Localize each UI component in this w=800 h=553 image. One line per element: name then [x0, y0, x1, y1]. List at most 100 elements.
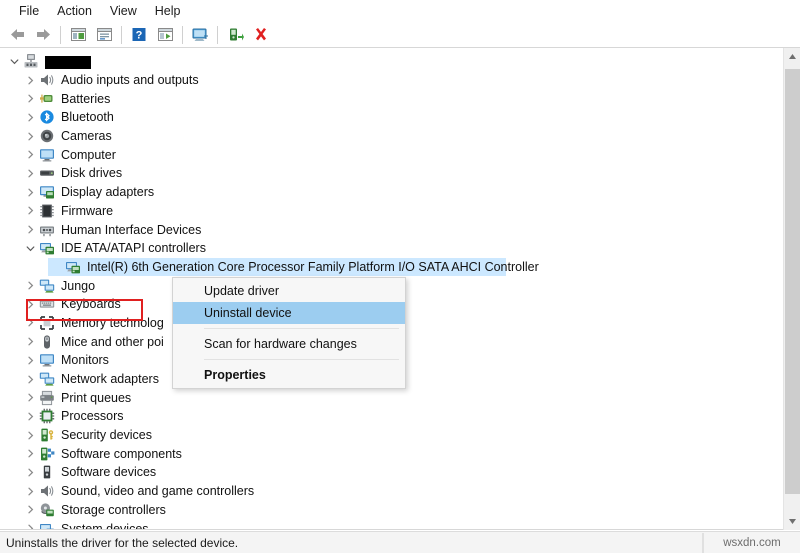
chevron-right-icon[interactable]: [22, 295, 38, 313]
tree-item-firmware[interactable]: Firmware: [0, 202, 775, 221]
processor-icon: [38, 407, 56, 425]
speaker-icon: [38, 71, 56, 89]
help-icon[interactable]: ?: [127, 24, 151, 46]
redaction-bar: [45, 56, 91, 69]
toolbar-separator: [60, 26, 61, 44]
chevron-right-icon[interactable]: [22, 146, 38, 164]
tree-item-label: Batteries: [61, 91, 110, 107]
tree-item-label: Human Interface Devices: [61, 222, 201, 238]
status-bar: Uninstalls the driver for the selected d…: [0, 531, 800, 553]
chevron-right-icon[interactable]: [22, 389, 38, 407]
tree-item-system-devices[interactable]: System devices: [0, 519, 775, 530]
tree-item-intel-r-6th-generation-core-processor-fa[interactable]: Intel(R) 6th Generation Core Processor F…: [0, 258, 775, 277]
context-menu-item-uninstall-device[interactable]: Uninstall device: [173, 302, 405, 324]
scrollbar-thumb[interactable]: [785, 69, 800, 494]
firmware-chip-icon: [38, 202, 56, 220]
chevron-right-icon[interactable]: [22, 314, 38, 332]
chevron-right-icon[interactable]: [22, 445, 38, 463]
chevron-right-icon[interactable]: [22, 482, 38, 500]
tree-item-bluetooth[interactable]: Bluetooth: [0, 108, 775, 127]
tree-item-label: Network adapters: [61, 371, 159, 387]
tree-root-label: [45, 53, 91, 69]
chevron-right-icon[interactable]: [22, 463, 38, 481]
tree-item-label: IDE ATA/ATAPI controllers: [61, 240, 206, 256]
tree-item-disk-drives[interactable]: Disk drives: [0, 164, 775, 183]
scroll-down-arrow-icon[interactable]: [784, 513, 800, 530]
forward-arrow-icon[interactable]: [31, 24, 55, 46]
tree-item-sound-video-and-game-controllers[interactable]: Sound, video and game controllers: [0, 482, 775, 501]
tree-item-label: Memory technolog: [61, 315, 164, 331]
chevron-right-icon[interactable]: [22, 71, 38, 89]
software-component-icon: [38, 445, 56, 463]
network-adapter-icon: [38, 370, 56, 388]
tree-item-software-devices[interactable]: Software devices: [0, 463, 775, 482]
tree-item-print-queues[interactable]: Print queues: [0, 388, 775, 407]
tree-item-label: Print queues: [61, 390, 131, 406]
tree-item-computer[interactable]: Computer: [0, 145, 775, 164]
menu-action[interactable]: Action: [48, 2, 101, 21]
tree-item-label: Monitors: [61, 352, 109, 368]
chevron-right-icon[interactable]: [22, 127, 38, 145]
chevron-right-icon[interactable]: [22, 333, 38, 351]
scan-hardware-changes-icon[interactable]: [188, 24, 212, 46]
scroll-up-arrow-icon[interactable]: [784, 48, 800, 65]
mouse-icon: [38, 333, 56, 351]
context-menu-item-properties[interactable]: Properties: [173, 364, 405, 386]
tree-item-label: Bluetooth: [61, 109, 114, 125]
tree-item-human-interface-devices[interactable]: Human Interface Devices: [0, 220, 775, 239]
tree-item-security-devices[interactable]: Security devices: [0, 426, 775, 445]
tree-item-storage-controllers[interactable]: Storage controllers: [0, 501, 775, 520]
chevron-right-icon[interactable]: [22, 90, 38, 108]
ide-controller-icon: [38, 239, 56, 257]
tree-item-software-components[interactable]: Software components: [0, 444, 775, 463]
menu-file[interactable]: File: [10, 2, 48, 21]
properties-icon[interactable]: [92, 24, 116, 46]
tree-item-label: Firmware: [61, 203, 113, 219]
chevron-right-icon[interactable]: [22, 202, 38, 220]
menu-help[interactable]: Help: [146, 2, 190, 21]
status-message: Uninstalls the driver for the selected d…: [0, 535, 702, 551]
computer-root-icon: [22, 52, 40, 70]
tree-item-label: Sound, video and game controllers: [61, 483, 254, 499]
chevron-right-icon[interactable]: [22, 370, 38, 388]
back-arrow-icon[interactable]: [5, 24, 29, 46]
context-menu-item-update-driver[interactable]: Update driver: [173, 280, 405, 302]
vertical-scrollbar[interactable]: [783, 48, 800, 530]
tree-item-audio-inputs-and-outputs[interactable]: Audio inputs and outputs: [0, 71, 775, 90]
tree-item-processors[interactable]: Processors: [0, 407, 775, 426]
tree-item-label: Security devices: [61, 427, 152, 443]
keyboard-icon: [38, 295, 56, 313]
tree-root-node[interactable]: [0, 52, 775, 71]
uninstall-device-icon[interactable]: [249, 24, 273, 46]
chevron-right-icon[interactable]: [22, 501, 38, 519]
chevron-right-icon[interactable]: [22, 407, 38, 425]
battery-icon: [38, 90, 56, 108]
tree-item-batteries[interactable]: Batteries: [0, 89, 775, 108]
show-hide-console-tree-icon[interactable]: [66, 24, 90, 46]
chevron-right-icon[interactable]: [22, 277, 38, 295]
disk-drive-icon: [38, 164, 56, 182]
tree-item-cameras[interactable]: Cameras: [0, 127, 775, 146]
chevron-right-icon[interactable]: [22, 221, 38, 239]
chevron-right-icon[interactable]: [22, 426, 38, 444]
chevron-right-icon[interactable]: [22, 520, 38, 530]
context-menu-separator: [204, 328, 399, 329]
chevron-right-icon[interactable]: [22, 164, 38, 182]
update-driver-icon[interactable]: [153, 24, 177, 46]
chevron-right-icon[interactable]: [22, 183, 38, 201]
device-context-menu[interactable]: Update driver Uninstall device Scan for …: [172, 277, 406, 389]
software-device-icon: [38, 463, 56, 481]
chevron-down-icon[interactable]: [6, 52, 22, 70]
context-menu-item-scan-for-hardware-changes[interactable]: Scan for hardware changes: [173, 333, 405, 355]
tree-item-label: Audio inputs and outputs: [61, 72, 199, 88]
tree-item-display-adapters[interactable]: Display adapters: [0, 183, 775, 202]
monitor-icon: [38, 351, 56, 369]
printer-icon: [38, 389, 56, 407]
chevron-right-icon[interactable]: [22, 351, 38, 369]
tree-item-ide-ata-atapi-controllers[interactable]: IDE ATA/ATAPI controllers: [0, 239, 775, 258]
menu-bar: File Action View Help: [0, 0, 800, 22]
chevron-down-icon[interactable]: [22, 239, 38, 257]
enable-device-icon[interactable]: [223, 24, 247, 46]
chevron-right-icon[interactable]: [22, 108, 38, 126]
menu-view[interactable]: View: [101, 2, 146, 21]
